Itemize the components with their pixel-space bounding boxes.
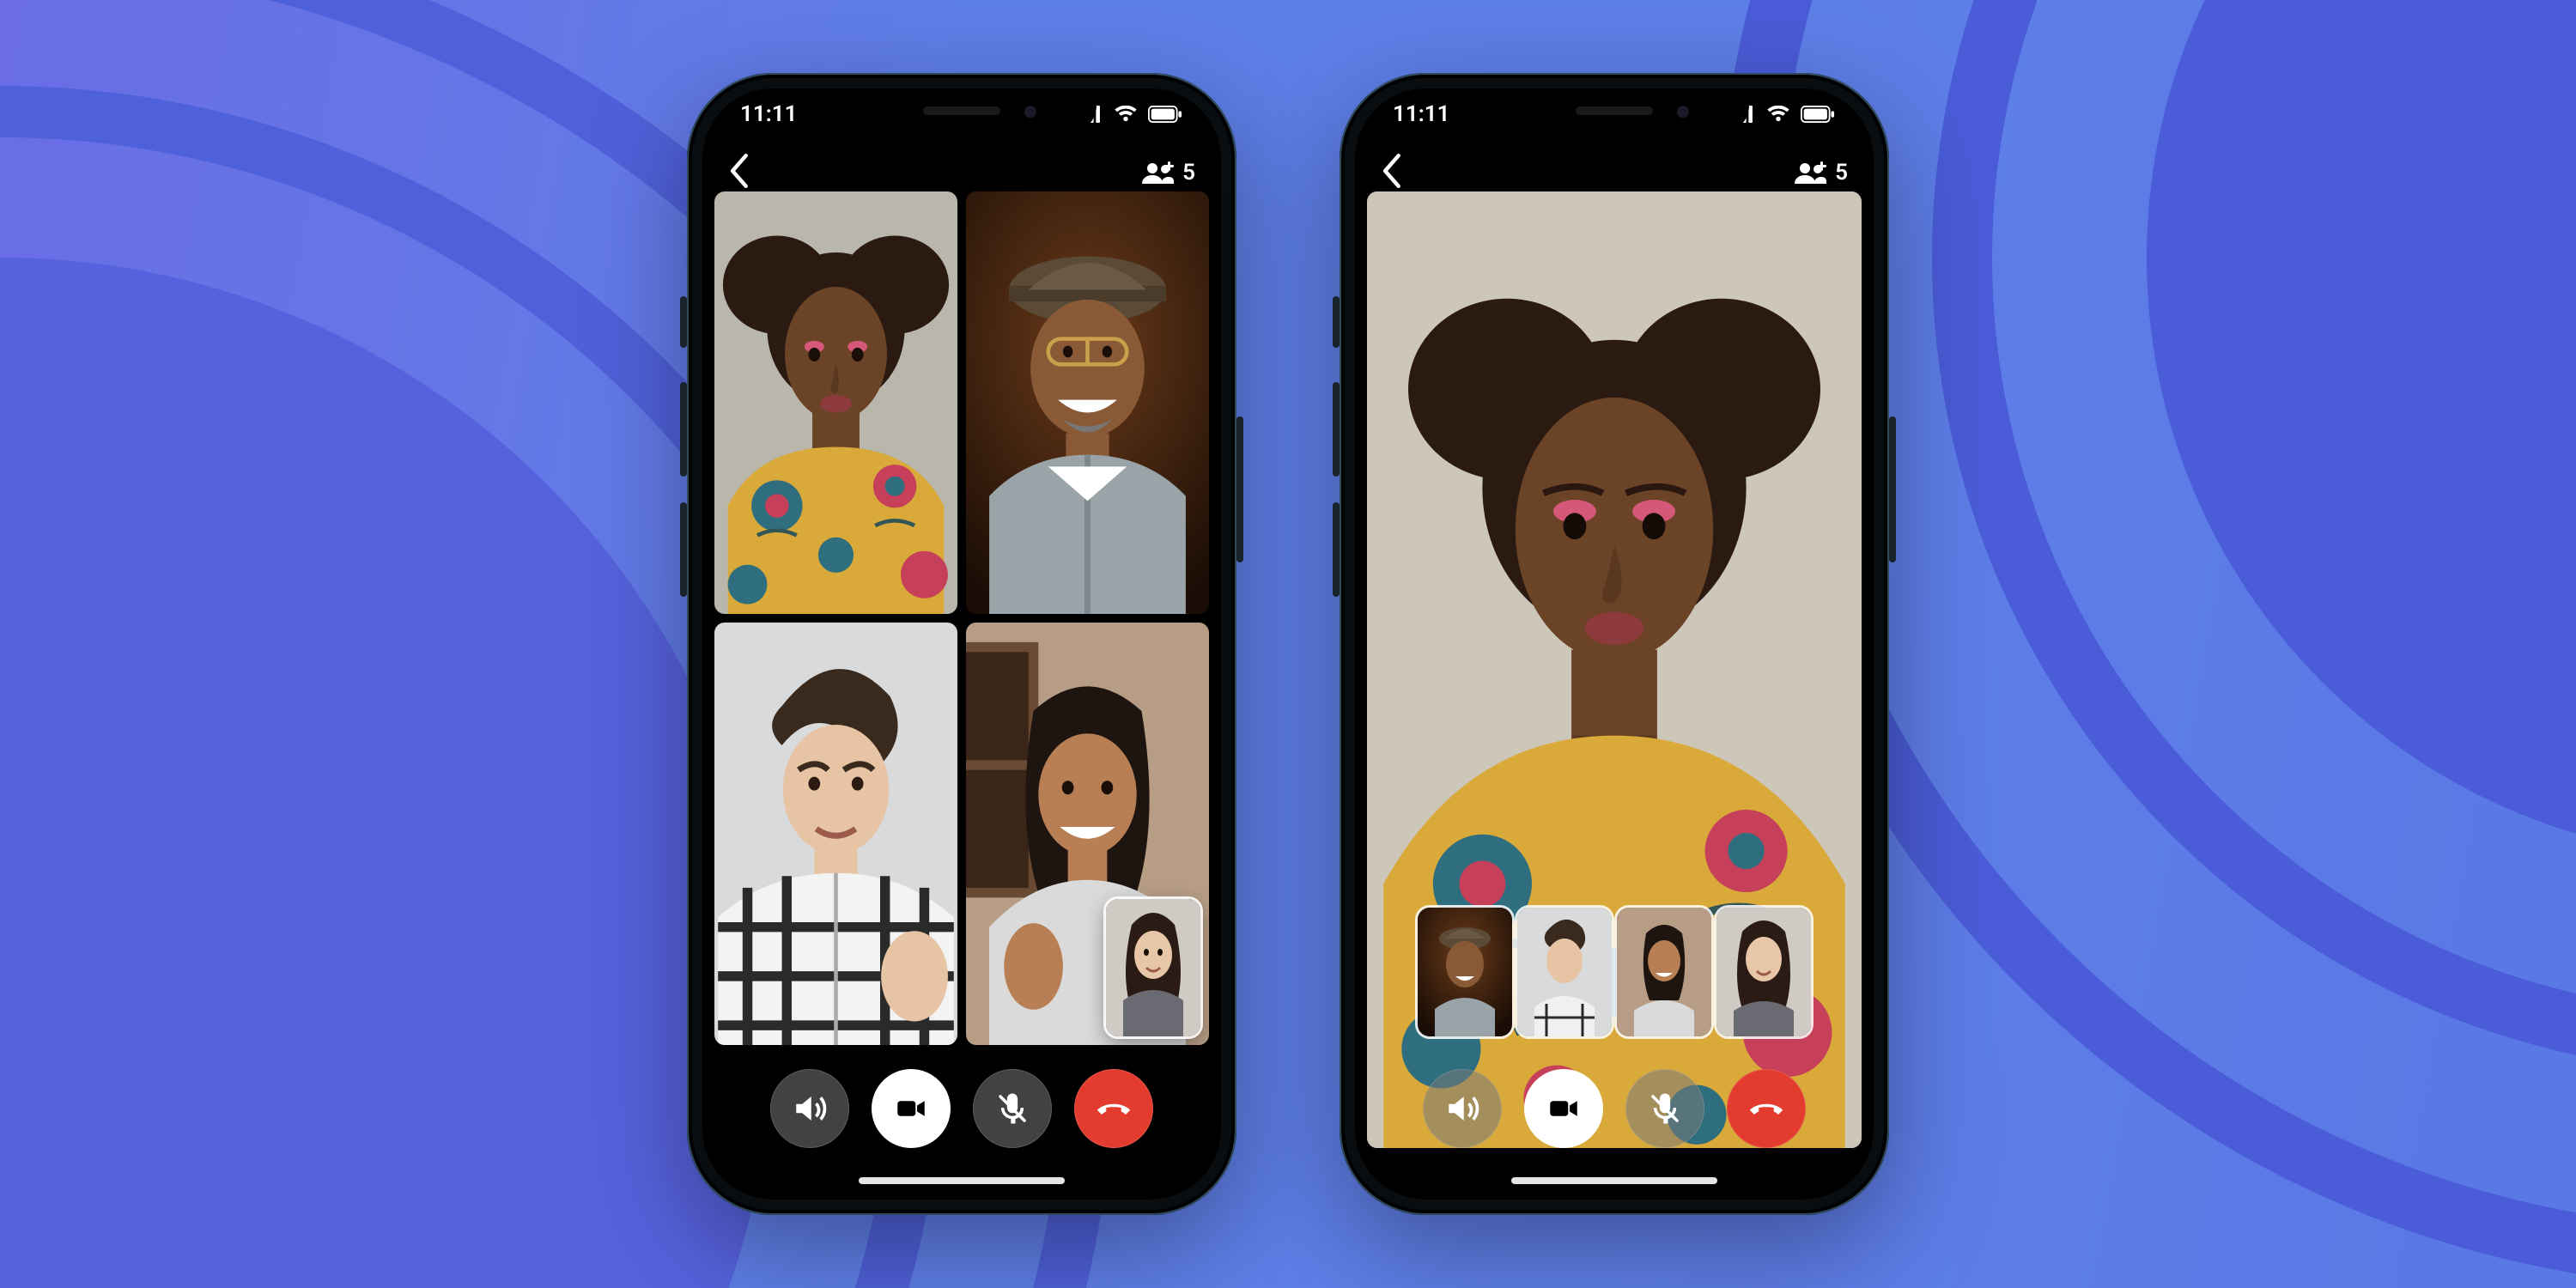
status-time: 11:11 (740, 101, 798, 127)
participant-tile-3[interactable] (714, 623, 957, 1045)
call-controls (1355, 1069, 1874, 1148)
mute-button[interactable] (973, 1069, 1052, 1148)
call-topbar: 5 (702, 138, 1221, 207)
thumbnail-row (1355, 908, 1874, 1036)
promo-canvas: 11:11 5 (0, 0, 2576, 1288)
people-icon (1794, 161, 1826, 184)
camera-icon (1546, 1091, 1582, 1127)
people-icon (1141, 161, 1174, 184)
mic-off-icon (1647, 1091, 1683, 1127)
home-indicator[interactable] (1511, 1177, 1717, 1184)
speaker-icon (792, 1091, 828, 1127)
speaker-icon (1444, 1091, 1480, 1127)
participant-tile-2[interactable] (966, 191, 1209, 614)
mute-button[interactable] (1625, 1069, 1704, 1148)
participant-thumb-3[interactable] (1517, 908, 1612, 1036)
call-controls (702, 1069, 1221, 1148)
battery-icon (1147, 106, 1183, 123)
back-button[interactable] (728, 154, 752, 191)
hangup-icon (1096, 1091, 1132, 1127)
participants-button[interactable]: 5 (1141, 160, 1195, 185)
participant-avatar (1418, 908, 1512, 1036)
self-thumb[interactable] (1716, 908, 1811, 1036)
participants-count: 5 (1182, 160, 1195, 185)
screen: 11:11 5 (1355, 88, 1874, 1200)
camera-button[interactable] (1524, 1069, 1603, 1148)
mic-off-icon (994, 1091, 1030, 1127)
chevron-left-icon (728, 154, 752, 188)
participant-avatar (714, 623, 957, 1045)
participant-thumb-4[interactable] (1617, 908, 1711, 1036)
participant-avatar (714, 191, 957, 614)
speaker-button[interactable] (1423, 1069, 1502, 1148)
speaker-button[interactable] (770, 1069, 849, 1148)
screen: 11:11 5 (702, 88, 1221, 1200)
battery-icon (1800, 106, 1836, 123)
wifi-icon (1113, 106, 1139, 123)
participants-button[interactable]: 5 (1794, 160, 1848, 185)
chevron-left-icon (1381, 154, 1405, 188)
participant-avatar (1517, 908, 1612, 1036)
hangup-icon (1748, 1091, 1784, 1127)
home-indicator[interactable] (859, 1177, 1065, 1184)
notch (1479, 88, 1749, 133)
notch (827, 88, 1097, 133)
status-time: 11:11 (1393, 101, 1450, 127)
phone-speaker-view: 11:11 5 (1340, 73, 1889, 1215)
participant-thumb-2[interactable] (1418, 908, 1512, 1036)
phone-grid-view: 11:11 5 (687, 73, 1236, 1215)
end-call-button[interactable] (1727, 1069, 1806, 1148)
self-pip[interactable] (1106, 899, 1200, 1036)
back-button[interactable] (1381, 154, 1405, 191)
call-topbar: 5 (1355, 138, 1874, 207)
participant-avatar (1617, 908, 1711, 1036)
camera-button[interactable] (872, 1069, 951, 1148)
wifi-icon (1765, 106, 1791, 123)
self-avatar (1106, 899, 1200, 1036)
self-avatar (1716, 908, 1811, 1036)
participant-tile-1[interactable] (714, 191, 957, 614)
end-call-button[interactable] (1074, 1069, 1153, 1148)
participant-avatar (966, 191, 1209, 614)
camera-icon (893, 1091, 929, 1127)
participants-count: 5 (1835, 160, 1848, 185)
phones-row: 11:11 5 (0, 0, 2576, 1288)
